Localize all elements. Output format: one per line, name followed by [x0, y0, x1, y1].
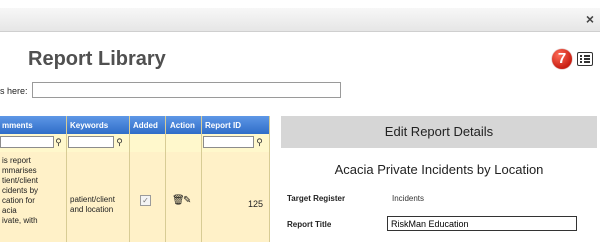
target-register-label: Target Register — [287, 194, 346, 203]
report-grid: mments Keywords Added Action Report ID — [0, 116, 270, 134]
table-row[interactable] — [0, 152, 270, 242]
edit-icon[interactable]: ✎ — [183, 196, 191, 206]
filter-icon[interactable]: ⚲ — [53, 136, 64, 148]
column-header-action[interactable]: Action — [170, 121, 195, 130]
search-label: s here: — [0, 86, 28, 96]
column-divider — [129, 116, 130, 242]
filter-icon[interactable]: ⚲ — [114, 136, 125, 148]
report-id-filter-input[interactable] — [203, 136, 254, 148]
page-title: Report Library — [28, 48, 166, 70]
keywords-filter-input[interactable] — [68, 136, 114, 148]
edit-report-details-panel: Edit Report Details Acacia Private Incid… — [281, 116, 597, 242]
column-header-keywords[interactable]: Keywords — [70, 121, 108, 130]
report-title-input[interactable] — [387, 216, 577, 231]
column-header-comments[interactable]: mments — [2, 121, 33, 130]
close-icon[interactable]: × — [586, 11, 594, 27]
added-checkbox[interactable]: ✓ — [140, 195, 151, 206]
search-input[interactable] — [32, 82, 341, 98]
column-divider — [269, 116, 270, 242]
dialog-title-bar: × — [0, 8, 600, 32]
grid-header: mments Keywords Added Action Report ID — [0, 116, 270, 134]
column-header-report-id[interactable]: Report ID — [205, 121, 241, 130]
report-title-label: Report Title — [287, 220, 332, 229]
comments-cell: is report mmarises tient/client cidents … — [2, 156, 39, 225]
list-view-icon[interactable] — [577, 52, 593, 66]
report-name: Acacia Private Incidents by Location — [334, 162, 544, 177]
keywords-cell: patient/client and location — [70, 195, 115, 214]
column-header-added[interactable]: Added — [133, 121, 158, 130]
column-divider — [66, 116, 67, 242]
report-library-window: × Report Library 7 s here: mments Keywor… — [0, 0, 600, 242]
column-divider — [165, 116, 166, 242]
comments-filter-input[interactable] — [0, 136, 54, 148]
column-divider — [201, 116, 202, 242]
riskman-logo: 7 — [552, 49, 572, 69]
filter-icon[interactable]: ⚲ — [254, 136, 265, 148]
grid-filter-row: ⚲ ⚲ ⚲ — [0, 134, 270, 153]
details-header: Edit Report Details — [281, 116, 597, 148]
target-register-value: Incidents — [392, 194, 425, 203]
report-id-cell: 125 — [248, 199, 264, 209]
